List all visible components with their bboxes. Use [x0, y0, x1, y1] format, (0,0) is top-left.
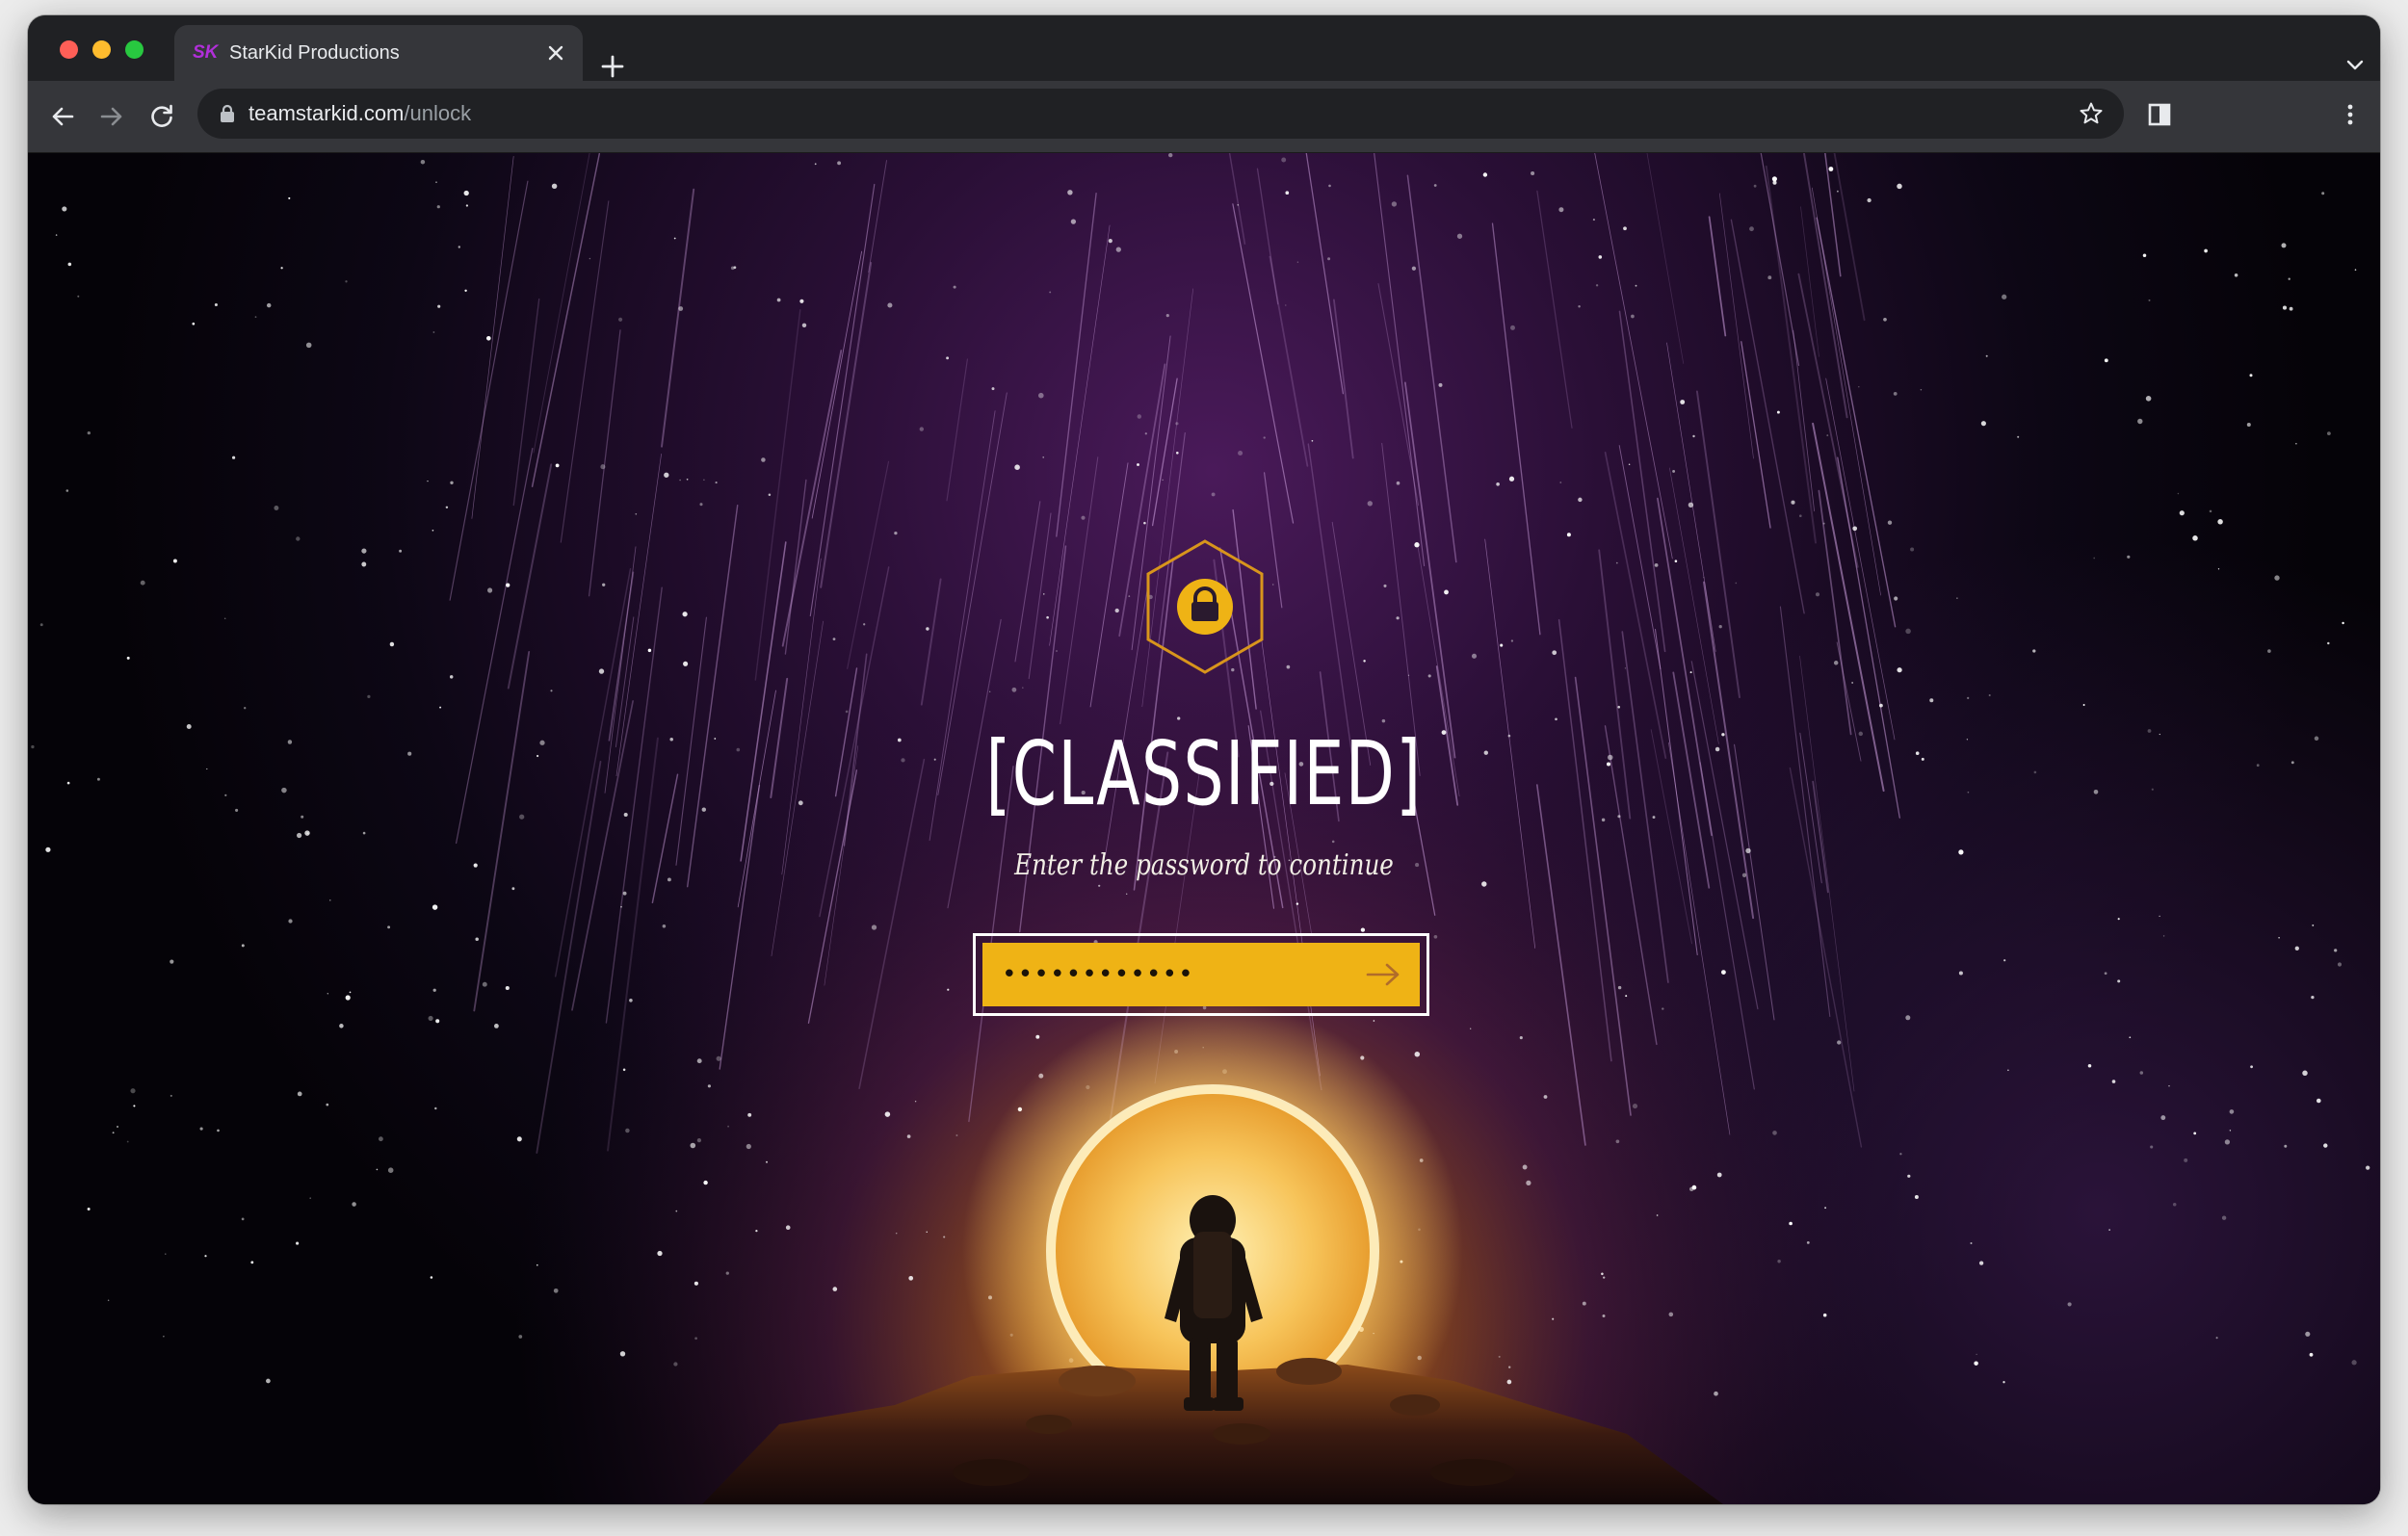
- tab-title: StarKid Productions: [229, 42, 400, 64]
- tab-strip: SK StarKid Productions: [28, 15, 2380, 81]
- back-arrow-icon[interactable]: [48, 102, 77, 131]
- url-text[interactable]: teamstarkid.com/unlock: [249, 100, 471, 127]
- kebab-menu-icon[interactable]: [2336, 100, 2365, 129]
- lock-icon[interactable]: [219, 104, 236, 123]
- arrow-right-icon[interactable]: [1364, 957, 1402, 992]
- close-window-button[interactable]: [60, 40, 78, 59]
- hexagon-lock-icon: [1146, 539, 1264, 674]
- url-path: /unlock: [404, 101, 472, 125]
- close-icon[interactable]: [544, 41, 567, 65]
- forward-arrow-icon[interactable]: [97, 102, 126, 131]
- starkid-favicon-icon: SK: [193, 42, 219, 63]
- minimize-window-button[interactable]: [92, 40, 111, 59]
- url-host: teamstarkid.com: [249, 101, 405, 125]
- space-background-illustration: [28, 153, 2380, 1504]
- star-icon[interactable]: [2078, 100, 2105, 127]
- browser-toolbar: teamstarkid.com/unlock: [28, 81, 2380, 153]
- page-content: [CLASSIFIED] Enter the password to conti…: [28, 153, 2380, 1504]
- chevron-down-icon[interactable]: [2344, 54, 2366, 75]
- password-form: [973, 933, 1429, 1016]
- page-subtitle: Enter the password to continue: [1014, 848, 1394, 882]
- reload-icon[interactable]: [147, 102, 176, 131]
- maximize-window-button[interactable]: [125, 40, 144, 59]
- password-field-box: [982, 943, 1420, 1006]
- browser-window: SK StarKid Productions teamstarkid.com/u…: [28, 15, 2380, 1504]
- browser-tab[interactable]: SK StarKid Productions: [174, 25, 583, 81]
- plus-icon[interactable]: [598, 52, 627, 81]
- sidebar-icon[interactable]: [2145, 100, 2174, 129]
- address-bar[interactable]: teamstarkid.com/unlock: [197, 89, 2124, 139]
- password-input[interactable]: [1002, 954, 1348, 995]
- page-title: [CLASSIFIED]: [985, 722, 1423, 825]
